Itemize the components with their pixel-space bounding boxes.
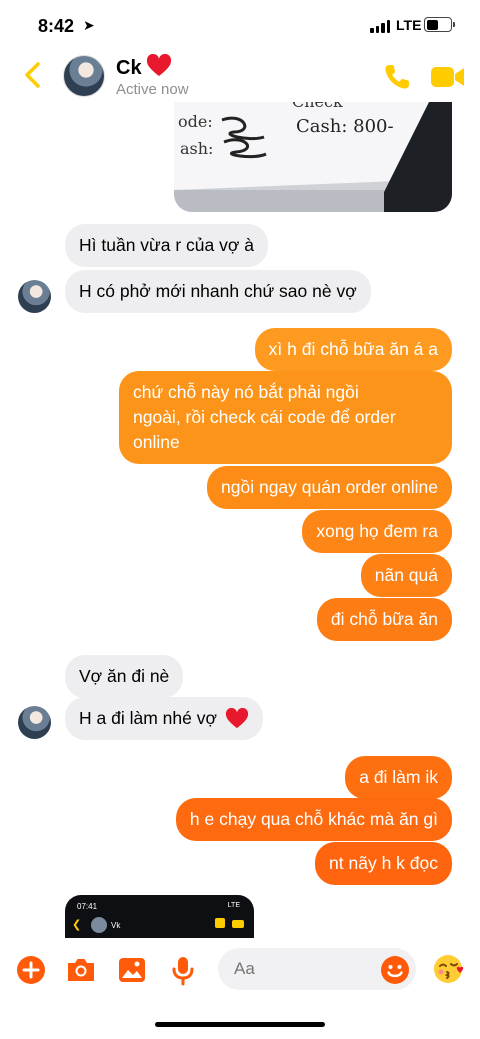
message-text-line: online [133,432,180,452]
plus-icon [17,956,45,984]
avatar[interactable] [18,706,51,739]
preview-phone-icon [215,918,225,928]
status-bar: 8:42 ➤ LTE [0,0,480,52]
avatar[interactable] [63,55,105,97]
gallery-button[interactable] [116,955,148,990]
message-bubble[interactable]: ngồi ngay quán order online [207,466,452,509]
preview-avatar [91,917,107,933]
quick-reaction-button[interactable] [433,953,465,990]
photo-message[interactable]: ode: ash: Check Cash: 800- [174,102,452,212]
photo-text-4: ash: [180,139,213,158]
message-bubble[interactable]: nt nãy h k đọc [315,842,452,885]
avatar[interactable] [18,280,51,313]
smiley-icon [381,956,409,984]
message-text: Hì tuần vừa r của vợ à [79,235,254,255]
message-text: a đi làm ik [359,767,438,787]
home-indicator[interactable] [155,1022,325,1027]
status-time: 8:42 [38,16,75,36]
photo-text-3: ode: [178,112,213,131]
message-text: nãn quá [374,565,438,585]
kiss-emoji-icon [434,955,464,983]
voice-message-button[interactable] [168,955,198,992]
message-bubble[interactable]: đi chỗ bữa ăn [316,598,452,641]
battery-icon [424,17,452,32]
message-text-line: ngoài, rồi check cái code để order [133,407,396,427]
photo-text-1: Check [292,102,343,111]
photo-text-2: Cash: 800- [296,116,394,137]
message-bubble[interactable]: h e chạy qua chỗ khác mà ăn gì [175,798,452,841]
message-bubble[interactable]: nãn quá [360,554,452,597]
camera-icon [68,959,94,981]
preview-back-icon: ❮ [72,919,82,931]
network-label: LTE [396,17,422,33]
message-text: ngồi ngay quán order online [221,477,438,497]
message-text: H có phở mới nhanh chứ sao nè vợ [79,281,357,301]
message-text-line: chứ chỗ này nó bắt phải ngồi [133,382,359,402]
message-text: H a đi làm nhé vợ [79,708,217,728]
preview-time: 07:41 [77,902,98,911]
preview-video-icon [232,920,244,928]
gallery-icon [119,958,145,982]
message-bubble[interactable]: xì h đi chỗ bữa ăn á a [254,328,452,371]
location-arrow-icon: ➤ [83,17,95,33]
emoji-button[interactable] [380,955,410,990]
back-icon [25,62,40,88]
camera-button[interactable] [65,955,97,990]
receipt-photo: ode: ash: Check Cash: 800- [174,102,452,212]
message-text: đi chỗ bữa ăn [330,609,438,629]
back-button[interactable] [20,60,48,90]
more-actions-button[interactable] [16,955,46,990]
video-camera-icon [431,67,464,87]
chat-header: Ck Active now [0,52,480,102]
message-composer [0,938,480,1004]
microphone-icon [172,957,194,986]
message-text: h e chạy qua chỗ khác mà ăn gì [189,809,438,829]
message-text: xong họ đem ra [316,521,438,541]
phone-icon [385,65,409,89]
message-bubble[interactable]: Vợ ăn đi nè [65,655,184,698]
active-status: Active now [116,81,189,98]
message-bubble[interactable]: H có phở mới nhanh chứ sao nè vợ [65,270,371,313]
message-text: xì h đi chỗ bữa ăn á a [268,339,438,359]
video-call-button[interactable] [430,64,466,90]
message-text: Vợ ăn đi nè [79,666,170,686]
message-bubble[interactable]: Hì tuần vừa r của vợ à [65,224,268,267]
contact-name[interactable]: Ck [116,57,142,80]
message-text: nt nãy h k đọc [329,853,438,873]
heart-icon [146,54,172,76]
call-button[interactable] [382,62,412,92]
preview-network: LTE [227,902,240,909]
heart-icon [225,707,248,728]
signal-icon [370,20,390,33]
battery-cap [453,22,455,27]
message-bubble[interactable]: a đi làm ik [345,756,452,799]
message-bubble[interactable]: H a đi làm nhé vợ [65,697,263,740]
preview-name: Vk [111,921,121,930]
message-bubble[interactable]: chứ chỗ này nó bắt phải ngồi ngoài, rồi … [119,371,452,464]
message-bubble[interactable]: xong họ đem ra [302,510,452,553]
